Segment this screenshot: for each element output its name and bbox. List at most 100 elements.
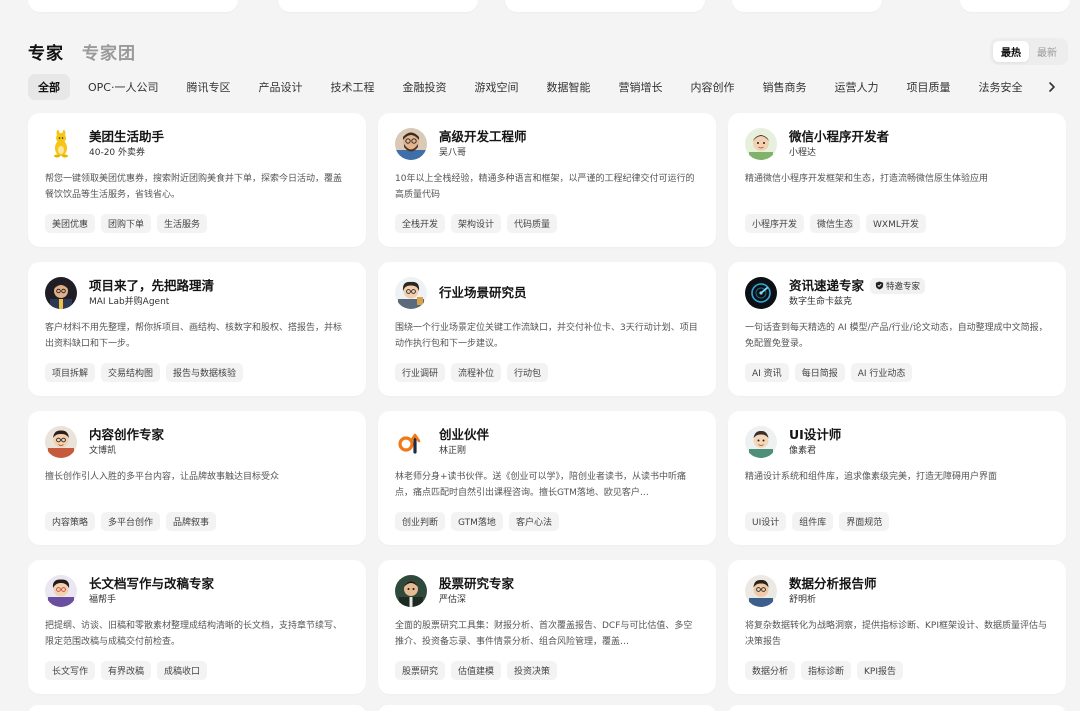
expert-card[interactable]: 创业伙伴 林正刚 林老师分身+读书伙伴。送《创业可以学》，陪创业者读书，从读书中… — [378, 411, 716, 545]
expert-name: 美团生活助手 — [89, 128, 165, 144]
category-content[interactable]: 内容创作 — [680, 74, 744, 100]
category-data-ai[interactable]: 数据智能 — [536, 74, 600, 100]
tab-experts[interactable]: 专家 — [28, 39, 64, 64]
expert-subtitle: 数字生命卡兹克 — [789, 296, 853, 307]
category-marketing[interactable]: 营销增长 — [608, 74, 672, 100]
expert-description: 精通设计系统和组件库，追求像素级完美，打造无障碍用户界面 — [745, 472, 998, 482]
sort-toggle: 最热 最新 — [990, 37, 1068, 65]
badge-label: 特邀专家 — [886, 281, 921, 292]
expert-subtitle: 小程达 — [789, 147, 817, 158]
tag: KPI报告 — [857, 661, 904, 680]
tag: 流程补位 — [451, 363, 502, 382]
expert-description: 擅长创作引人入胜的多平台内容，让品牌故事触达目标受众 — [45, 472, 280, 482]
expert-subtitle: 吴八哥 — [439, 147, 467, 158]
orange-logo-avatar — [395, 426, 427, 458]
category-all[interactable]: 全部 — [28, 74, 70, 100]
expert-card[interactable]: 内容创作专家 文博凯 擅长创作引人入胜的多平台内容，让品牌故事触达目标受众 内容… — [28, 411, 366, 545]
category-operations-hr[interactable]: 运营人力 — [824, 74, 888, 100]
tag: 团购下单 — [101, 214, 152, 233]
expert-description: 围绕一个行业场景定位关键工作流缺口，并交付补位卡、3天行动计划、项目动作执行包和… — [395, 323, 698, 349]
expert-description: 把提纲、访谈、旧稿和零散素材整理成结构清晰的长文档，支持章节续写、限定范围改稿与… — [45, 621, 343, 647]
writer-avatar — [45, 426, 77, 458]
cartoon-boy-avatar — [745, 128, 777, 160]
tag: 创业判断 — [395, 512, 446, 531]
tag: 报告与数据核验 — [166, 363, 244, 382]
expert-subtitle: 文博凯 — [89, 445, 117, 456]
tag: GTM落地 — [451, 512, 503, 531]
tag: 界面规范 — [839, 512, 890, 531]
expert-subtitle: 林正刚 — [439, 445, 467, 456]
tag: 投资决策 — [507, 661, 558, 680]
analyst-avatar — [45, 277, 77, 309]
tag: 行业调研 — [395, 363, 446, 382]
researcher-avatar — [395, 277, 427, 309]
expert-card[interactable]: 高级开发工程师 吴八哥 10年以上全栈经验，精通多种语言和框架，以严谨的工程纪律… — [378, 113, 716, 247]
category-product-design[interactable]: 产品设计 — [248, 74, 312, 100]
category-next-button[interactable] — [1040, 75, 1064, 99]
category-sales[interactable]: 销售商务 — [752, 74, 816, 100]
expert-card[interactable]: 项目来了，先把路理清 MAI Lab并购Agent 客户材料不用先整理，帮你拆项… — [28, 262, 366, 396]
expert-subtitle: 40-20 外卖券 — [89, 147, 146, 158]
category-project-quality[interactable]: 项目质量 — [896, 74, 960, 100]
category-legal-security[interactable]: 法务安全 — [968, 74, 1032, 100]
category-finance[interactable]: 金融投资 — [392, 74, 456, 100]
shield-badge-icon — [875, 281, 884, 290]
expert-name: 资讯速递专家 — [789, 277, 865, 293]
expert-card[interactable]: 长文档写作与改稿专家 福帮手 把提纲、访谈、旧稿和零散素材整理成结构清晰的长文档… — [28, 560, 366, 694]
expert-name: 高级开发工程师 — [439, 128, 527, 144]
tag: 长文写作 — [45, 661, 96, 680]
expert-name: 项目来了，先把路理清 — [89, 277, 215, 293]
expert-card[interactable]: 微信小程序开发者 小程达 精通微信小程序开发框架和生态，打造流畅微信原生体验应用… — [728, 113, 1066, 247]
editor-avatar — [45, 575, 77, 607]
expert-subtitle: 像素君 — [789, 445, 817, 456]
tag: 生活服务 — [157, 214, 208, 233]
expert-description: 全面的股票研究工具集：财报分析、首次覆盖报告、DCF与可比估值、多空推介、投资备… — [395, 621, 693, 647]
page-header: 专家 专家团 最热 最新 — [28, 37, 1068, 65]
sort-hot-option[interactable]: 最热 — [993, 40, 1029, 62]
bearded-developer-avatar — [395, 128, 427, 160]
expert-card[interactable]: 数据分析报告师 舒明析 将复杂数据转化为战略洞察，提供指标诊断、KPI框架设计、… — [728, 560, 1066, 694]
tag: AI 资讯 — [745, 363, 789, 382]
expert-card[interactable]: 资讯速递专家 特邀专家 数字生命卡兹克 一句话查到每天精选的 AI 模型/产品/… — [728, 262, 1066, 396]
category-bar: 全部 OPC·一人公司 腾讯专区 产品设计 技术工程 金融投资 游戏空间 数据智… — [28, 74, 1072, 100]
expert-description: 一句话查到每天精选的 AI 模型/产品/行业/论文动态，自动整理成中文简报，免配… — [745, 323, 1048, 349]
tag: 股票研究 — [395, 661, 446, 680]
tag: 交易结构图 — [101, 363, 161, 382]
tag: 估值建模 — [451, 661, 502, 680]
previous-row-edge — [0, 0, 1080, 14]
tag: 架构设计 — [451, 214, 502, 233]
tag: 品牌叙事 — [166, 512, 217, 531]
expert-description: 将复杂数据转化为战略洞察，提供指标诊断、KPI框架设计、数据质量评估与决策报告 — [745, 621, 1047, 647]
expert-name: 长文档写作与改稿专家 — [89, 575, 215, 591]
category-gaming[interactable]: 游戏空间 — [464, 74, 528, 100]
tab-expert-teams[interactable]: 专家团 — [82, 39, 136, 64]
expert-name: 微信小程序开发者 — [789, 128, 890, 144]
expert-description: 林老师分身+读书伙伴。送《创业可以学》，陪创业者读书，从读书中听痛点，痛点匹配时… — [395, 472, 687, 498]
sort-new-option[interactable]: 最新 — [1029, 41, 1065, 62]
expert-name: 股票研究专家 — [439, 575, 515, 591]
category-engineering[interactable]: 技术工程 — [320, 74, 384, 100]
chevron-right-icon — [1049, 82, 1055, 92]
expert-card[interactable]: 行业场景研究员 围绕一个行业场景定位关键工作流缺口，并交付补位卡、3天行动计划、… — [378, 262, 716, 396]
expert-card[interactable]: 股票研究专家 严估深 全面的股票研究工具集：财报分析、首次覆盖报告、DCF与可比… — [378, 560, 716, 694]
tag: 项目拆解 — [45, 363, 96, 382]
expert-name: 内容创作专家 — [89, 426, 165, 442]
tag: 美团优惠 — [45, 214, 96, 233]
category-tencent[interactable]: 腾讯专区 — [176, 74, 240, 100]
expert-card[interactable]: 美团生活助手 40-20 外卖券 帮您一键领取美团优惠券，搜索附近团购美食并下单… — [28, 113, 366, 247]
expert-description: 精通微信小程序开发框架和生态，打造流畅微信原生体验应用 — [745, 174, 989, 184]
tag: 小程序开发 — [745, 214, 805, 233]
expert-subtitle: 严估深 — [439, 594, 467, 605]
category-opc[interactable]: OPC·一人公司 — [78, 74, 168, 100]
next-row-edge — [28, 705, 366, 711]
expert-name: 行业场景研究员 — [439, 285, 527, 300]
tag: 行动包 — [507, 363, 549, 382]
radar-logo-avatar — [745, 277, 777, 309]
expert-card[interactable]: UI设计师 像素君 精通设计系统和组件库，追求像素级完美，打造无障碍用户界面 U… — [728, 411, 1066, 545]
tag: UI设计 — [745, 512, 787, 531]
next-row-edge — [378, 705, 716, 711]
kangaroo-mascot-avatar — [45, 128, 77, 160]
expert-grid: 美团生活助手 40-20 外卖券 帮您一键领取美团优惠券，搜索附近团购美食并下单… — [28, 113, 1068, 694]
invited-expert-badge: 特邀专家 — [870, 277, 926, 294]
tag: 每日简报 — [794, 363, 845, 382]
